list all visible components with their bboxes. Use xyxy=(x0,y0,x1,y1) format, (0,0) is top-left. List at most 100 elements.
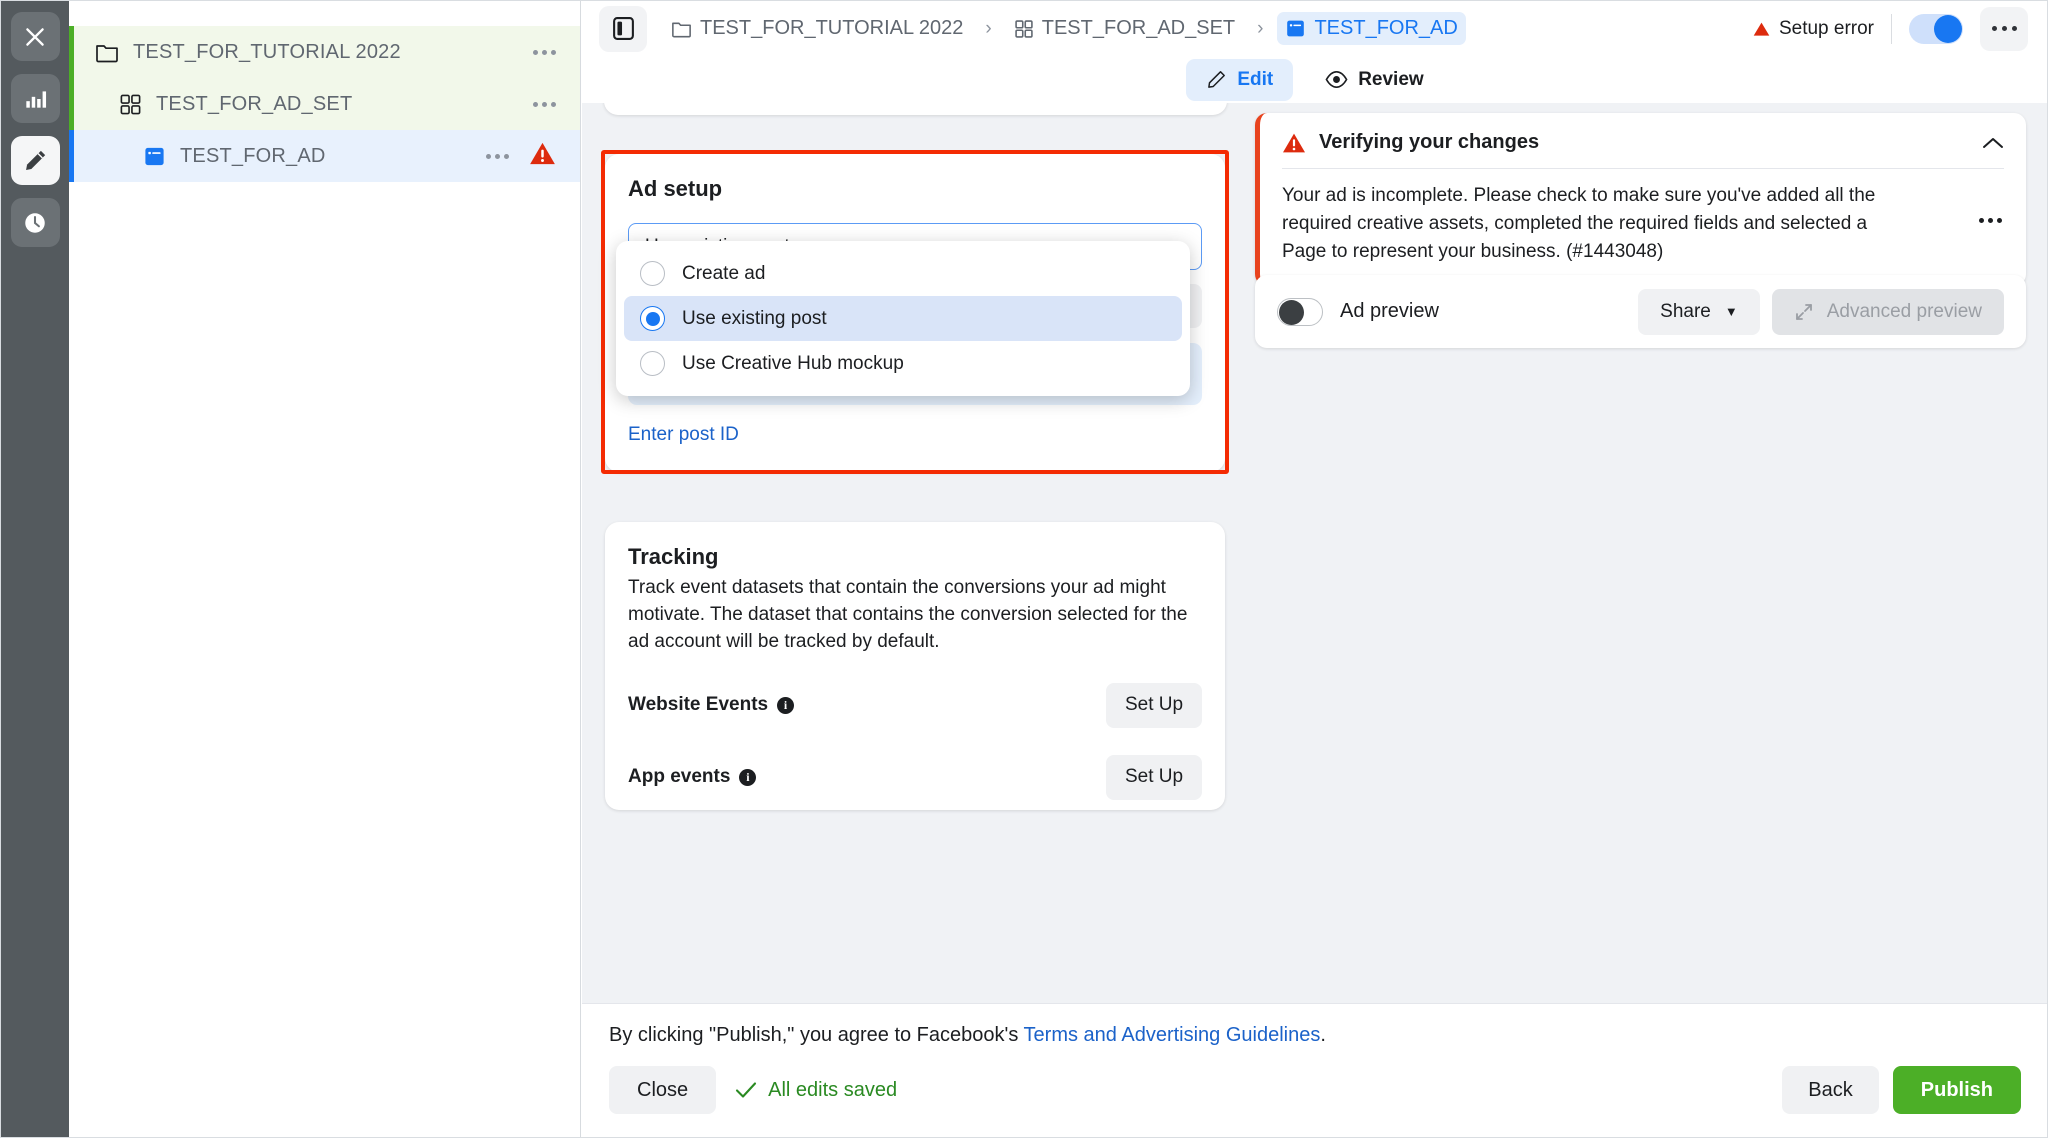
close-button[interactable]: Close xyxy=(609,1066,716,1114)
row-accent-bar xyxy=(69,130,74,182)
tracking-card: Tracking Track event datasets that conta… xyxy=(605,522,1225,810)
history-rail-button[interactable] xyxy=(11,198,60,247)
right-column: Verifying your changes Your ad is incomp… xyxy=(1238,103,2037,1003)
sidebar-item-campaign[interactable]: TEST_FOR_TUTORIAL 2022 xyxy=(69,26,580,78)
close-rail-button[interactable] xyxy=(11,12,60,61)
app-events-setup-button[interactable]: Set Up xyxy=(1106,755,1202,800)
radio-icon xyxy=(640,261,665,286)
chevron-up-icon[interactable] xyxy=(1982,136,2004,150)
top-bar: TEST_FOR_TUTORIAL 2022 › TEST_FOR_AD_SET xyxy=(582,1,2048,56)
tracking-row-label: App events xyxy=(628,766,730,788)
tab-review[interactable]: Review xyxy=(1305,59,1443,101)
legal-text: By clicking "Publish," you agree to Face… xyxy=(609,1024,2021,1047)
dropdown-option-label: Use existing post xyxy=(682,308,827,330)
ad-preview-card: Ad preview Share ▼ Advan xyxy=(1255,275,2026,348)
row-more-button[interactable] xyxy=(533,102,556,107)
folder-icon xyxy=(94,39,120,65)
check-icon xyxy=(735,1081,757,1099)
reports-rail-button[interactable] xyxy=(11,74,60,123)
pencil-icon xyxy=(22,147,49,174)
dropdown-option-create-ad[interactable]: Create ad xyxy=(624,251,1182,296)
verify-title: Verifying your changes xyxy=(1319,131,1539,154)
warning-triangle-icon xyxy=(1753,21,1770,37)
tracking-row-website-events: Website Events i Set Up xyxy=(628,683,1202,728)
setup-error-badge[interactable]: Setup error xyxy=(1753,18,1874,40)
breadcrumb-item-campaign[interactable]: TEST_FOR_TUTORIAL 2022 xyxy=(663,12,971,45)
pencil-icon xyxy=(1206,69,1227,90)
setup-button-label: Set Up xyxy=(1125,694,1183,716)
tab-edit[interactable]: Edit xyxy=(1186,59,1293,101)
ad-preview-toggle[interactable] xyxy=(1277,298,1323,326)
back-button[interactable]: Back xyxy=(1782,1066,1878,1114)
share-button[interactable]: Share ▼ xyxy=(1638,289,1760,335)
panel-toggle-icon xyxy=(612,16,635,41)
verify-message: Your ad is incomplete. Please check to m… xyxy=(1282,182,1910,266)
save-status-label: All edits saved xyxy=(768,1079,897,1102)
warning-triangle-icon[interactable] xyxy=(529,141,556,172)
toggle-knob xyxy=(1934,15,1962,43)
breadcrumb-item-ad[interactable]: TEST_FOR_AD xyxy=(1277,12,1465,45)
dropdown-option-label: Use Creative Hub mockup xyxy=(682,353,904,375)
side-panel-toggle-button[interactable] xyxy=(599,6,647,52)
eye-icon xyxy=(1325,69,1348,90)
terms-link[interactable]: Terms and Advertising Guidelines xyxy=(1024,1024,1321,1046)
row-more-button[interactable] xyxy=(486,154,509,159)
ad-icon xyxy=(141,143,167,169)
breadcrumb-label: TEST_FOR_AD xyxy=(1314,17,1457,40)
sidebar-item-label: TEST_FOR_AD xyxy=(180,145,326,168)
grid-icon xyxy=(117,91,143,117)
advanced-preview-button[interactable]: Advanced preview xyxy=(1772,289,2004,335)
main-area: TEST_FOR_TUTORIAL 2022 › TEST_FOR_AD_SET xyxy=(582,1,2048,1138)
verify-more-button[interactable] xyxy=(1977,182,2004,228)
top-more-button[interactable] xyxy=(1980,7,2028,51)
clock-icon xyxy=(22,210,48,236)
content-area: Ad setup Use existing post ▼ xyxy=(582,103,2048,1003)
sidebar-item-ad[interactable]: TEST_FOR_AD xyxy=(69,130,580,182)
dot xyxy=(1988,218,1993,223)
verifying-changes-card: Verifying your changes Your ad is incomp… xyxy=(1255,113,2026,286)
breadcrumb-separator: › xyxy=(1247,18,1273,40)
toggle-knob xyxy=(1279,300,1304,325)
dot xyxy=(1979,218,1984,223)
scrolled-card-stub xyxy=(604,103,1227,115)
divider xyxy=(1282,168,2004,169)
legal-suffix: . xyxy=(1320,1024,1326,1046)
legal-prefix: By clicking "Publish," you agree to Face… xyxy=(609,1024,1024,1046)
breadcrumb-separator: › xyxy=(975,18,1001,40)
setup-button-label: Set Up xyxy=(1125,766,1183,788)
row-actions xyxy=(533,78,580,130)
website-events-setup-button[interactable]: Set Up xyxy=(1106,683,1202,728)
verify-header: Verifying your changes xyxy=(1282,131,2004,154)
row-actions xyxy=(533,26,580,78)
dot xyxy=(2002,26,2007,31)
tracking-row-app-events: App events i Set Up xyxy=(628,755,1202,800)
dropdown-option-use-creative-hub-mockup[interactable]: Use Creative Hub mockup xyxy=(624,341,1182,386)
row-more-button[interactable] xyxy=(533,50,556,55)
sidebar-item-label: TEST_FOR_AD_SET xyxy=(156,93,352,116)
dot xyxy=(2012,26,2017,31)
tracking-row-label-wrap: App events i xyxy=(628,766,756,788)
setup-error-label: Setup error xyxy=(1779,18,1874,40)
info-icon[interactable]: i xyxy=(777,697,794,714)
sidebar-item-label: TEST_FOR_TUTORIAL 2022 xyxy=(133,41,401,64)
sidebar-item-adset[interactable]: TEST_FOR_AD_SET xyxy=(69,78,580,130)
tab-label: Review xyxy=(1358,69,1423,91)
info-icon[interactable]: i xyxy=(739,769,756,786)
enter-post-id-link[interactable]: Enter post ID xyxy=(628,424,739,446)
dropdown-option-label: Create ad xyxy=(682,263,765,285)
breadcrumb: TEST_FOR_TUTORIAL 2022 › TEST_FOR_AD_SET xyxy=(663,12,1466,45)
divider xyxy=(1891,14,1892,44)
tracking-row-label-wrap: Website Events i xyxy=(628,694,794,716)
chart-icon xyxy=(22,86,48,112)
edit-rail-button[interactable] xyxy=(11,136,60,185)
chevron-down-icon: ▼ xyxy=(1725,304,1738,319)
breadcrumb-item-adset[interactable]: TEST_FOR_AD_SET xyxy=(1006,12,1243,45)
expand-icon xyxy=(1794,302,1814,322)
footer-bar: By clicking "Publish," you agree to Face… xyxy=(582,1003,2048,1138)
publish-button[interactable]: Publish xyxy=(1893,1066,2021,1114)
dropdown-option-use-existing-post[interactable]: Use existing post xyxy=(624,296,1182,341)
row-accent-bar xyxy=(69,78,74,130)
ad-status-toggle[interactable] xyxy=(1909,14,1963,44)
close-icon xyxy=(22,24,48,50)
grid-icon xyxy=(1014,19,1034,39)
